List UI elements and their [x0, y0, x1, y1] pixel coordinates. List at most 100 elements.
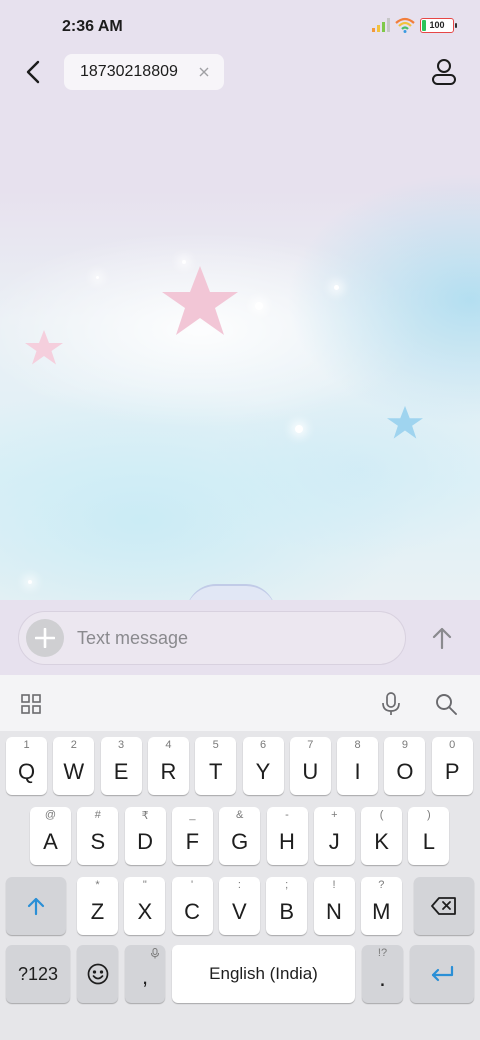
key-label: L [422, 829, 436, 854]
key-label: J [328, 829, 340, 854]
key-label: R [160, 759, 177, 784]
sparkle [182, 260, 186, 264]
key-hint: ) [427, 809, 431, 821]
signal-icon [372, 18, 390, 32]
apps-button[interactable] [16, 689, 46, 719]
key-k[interactable]: (K [361, 807, 403, 865]
key-label: P [444, 759, 460, 784]
key-e[interactable]: 3E [100, 737, 142, 795]
message-input[interactable]: Text message [18, 611, 406, 665]
key-label: A [43, 829, 58, 854]
sparkle [295, 425, 303, 433]
key-h[interactable]: -H [266, 807, 308, 865]
key-b[interactable]: ; B [266, 877, 308, 935]
key-hint: ? [378, 879, 385, 891]
comma-key-label: , [141, 964, 149, 989]
key-s[interactable]: # S [77, 807, 119, 865]
key-hint: # [94, 809, 101, 821]
emoji-key[interactable] [77, 945, 118, 1003]
key-r[interactable]: 4R [147, 737, 189, 795]
key-label: Y [255, 759, 271, 784]
period-key[interactable]: !? . [362, 945, 403, 1003]
key-hint: ( [379, 809, 384, 821]
key-label: K [374, 829, 389, 854]
key-f[interactable]: _ F [171, 807, 213, 865]
key-d[interactable]: ₹ D [124, 807, 166, 865]
key-label: Q [17, 759, 36, 784]
key-x[interactable]: " X [124, 877, 166, 935]
pink-star-small [25, 330, 63, 365]
key-a[interactable]: @ A [30, 807, 71, 865]
key-label: O [396, 759, 414, 784]
key-p[interactable]: 0P [431, 737, 473, 795]
recipient-chip[interactable]: 18730218809 [64, 54, 224, 90]
sparkle [334, 285, 339, 290]
voice-input-button[interactable] [376, 689, 406, 719]
key-v[interactable]: :V [218, 877, 260, 935]
sparkle [28, 580, 32, 584]
key-hint: 7 [307, 739, 314, 751]
key-hint: : [237, 879, 241, 891]
contact-profile-button[interactable] [428, 54, 460, 90]
key-label: N [326, 899, 342, 924]
back-button[interactable] [16, 54, 50, 90]
key-label: F [185, 829, 200, 854]
blue-star [387, 405, 423, 439]
add-attachment-button[interactable] [26, 619, 64, 657]
search-button[interactable] [431, 689, 461, 719]
remove-recipient-button[interactable] [194, 62, 214, 82]
conversation-header: 18730218809 [0, 52, 480, 92]
key-g[interactable]: & G [219, 807, 261, 865]
key-hint: 2 [70, 739, 77, 751]
key-label: S [90, 829, 106, 854]
key-q[interactable]: 1Q [6, 737, 47, 795]
key-label: D [137, 829, 154, 854]
compose-bar: Text message [0, 600, 480, 675]
enter-key[interactable] [410, 945, 474, 1003]
key-hint: 1 [23, 739, 30, 751]
comma-key[interactable]: , [125, 945, 165, 1003]
sparkle [96, 276, 99, 279]
space-key-label: English (India) [209, 964, 318, 983]
key-y[interactable]: 6Y [242, 737, 284, 795]
key-o[interactable]: 9O [384, 737, 426, 795]
key-u[interactable]: 7U [289, 737, 331, 795]
wifi-icon [395, 17, 415, 33]
key-j[interactable]: + J [313, 807, 355, 865]
battery-level: 100 [429, 20, 445, 30]
key-m[interactable]: ? M [360, 877, 402, 935]
status-bar: 2:36 AM 100 [0, 0, 480, 52]
backspace-key[interactable] [414, 877, 474, 935]
key-label: M [372, 899, 391, 924]
key-t[interactable]: 5T [195, 737, 237, 795]
sparkle [255, 302, 263, 310]
key-label: U [302, 759, 319, 784]
key-i[interactable]: 8I [337, 737, 379, 795]
key-label: C [184, 899, 201, 924]
key-hint: ! [332, 879, 336, 891]
key-hint: 4 [165, 739, 172, 751]
status-icons: 100 [372, 17, 457, 33]
key-hint: + [331, 809, 338, 821]
key-label: V [232, 899, 247, 924]
key-z[interactable]: * Z [77, 877, 118, 935]
grid-icon [21, 694, 41, 714]
key-hint: & [236, 809, 244, 821]
key-hint: 5 [212, 739, 219, 751]
symbols-key[interactable]: ?123 [6, 945, 70, 1003]
search-icon [436, 694, 457, 715]
key-hint: - [285, 809, 289, 821]
key-label: G [231, 829, 249, 854]
key-hint: ; [285, 879, 289, 891]
shift-key[interactable] [6, 877, 66, 935]
person-icon [432, 59, 456, 85]
key-c[interactable]: ' C [171, 877, 213, 935]
key-w[interactable]: 2W [53, 737, 95, 795]
space-key[interactable]: English (India) [172, 945, 355, 1003]
microphone-icon [382, 692, 400, 715]
send-button[interactable] [424, 620, 460, 656]
enter-icon [431, 965, 454, 982]
status-time: 2:36 AM [62, 18, 123, 35]
key-l[interactable]: ) L [408, 807, 450, 865]
key-n[interactable]: ! N [313, 877, 355, 935]
